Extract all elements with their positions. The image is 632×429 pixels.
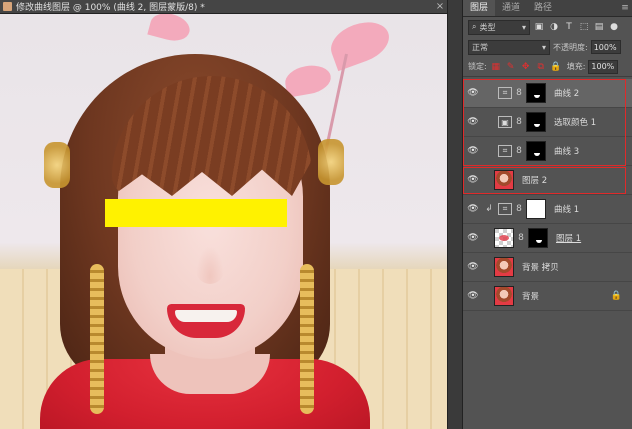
visibility-eye-icon[interactable]: 👁 [466, 146, 480, 156]
blend-mode-select[interactable]: 正常 ▾ [468, 39, 550, 55]
curves-adjustment-icon: ⌗ [498, 203, 512, 215]
panel-tab-bar: 图层 通道 路径 ≡ [463, 0, 632, 17]
layer-name[interactable]: 选取颜色 1 [554, 116, 596, 128]
eye-redaction-bar [105, 199, 287, 227]
link-chain-icon[interactable]: 8 [516, 233, 526, 243]
link-chain-icon[interactable]: 8 [514, 204, 524, 214]
lock-image-icon[interactable]: ✎ [505, 61, 517, 73]
layer-mask-thumbnail[interactable] [526, 83, 546, 103]
tab-layers[interactable]: 图层 [463, 0, 496, 16]
shape-filter-icon[interactable]: ⬚ [578, 21, 590, 33]
opacity-input[interactable]: 100% [590, 40, 621, 54]
link-chain-icon[interactable]: 8 [514, 146, 524, 156]
layer-mask-thumbnail[interactable] [526, 199, 546, 219]
panel-splitter[interactable] [447, 0, 462, 429]
layer-row[interactable]: 👁 ▣ 8 选取颜色 1 [463, 108, 632, 137]
layer-name[interactable]: 图层 1 [556, 232, 581, 244]
visibility-eye-icon[interactable]: 👁 [466, 117, 480, 127]
visibility-eye-icon[interactable]: 👁 [466, 262, 480, 272]
smart-object-filter-icon[interactable]: ▤ [593, 21, 605, 33]
teeth [175, 310, 237, 322]
lock-label: 锁定: [468, 62, 487, 71]
earring-right [300, 264, 314, 414]
layers-list: 👁 ⌗ 8 曲线 2 👁 ▣ 8 选取颜色 1 👁 ⌗ 8 曲线 3 👁 图层 … [463, 79, 632, 311]
layer-row[interactable]: 👁 背景 🔒 [463, 282, 632, 311]
layer-name[interactable]: 曲线 2 [554, 87, 579, 99]
image-canvas[interactable] [0, 14, 447, 429]
layer-name[interactable]: 背景 [522, 290, 539, 302]
layer-thumbnail[interactable] [494, 170, 514, 190]
layer-row[interactable]: 👁 ⌗ 8 曲线 3 [463, 137, 632, 166]
filter-row: ⌕ 类型 ▾ ▣ ◑ T ⬚ ▤ ● [463, 17, 632, 37]
lock-all-icon[interactable]: 🔒 [550, 61, 562, 73]
layer-kind-filter[interactable]: ⌕ 类型 ▾ [468, 19, 530, 35]
adjustment-filter-icon[interactable]: ◑ [548, 21, 560, 33]
tab-channels[interactable]: 通道 [495, 0, 527, 16]
hair-ornament [318, 139, 344, 185]
layer-mask-thumbnail[interactable] [528, 228, 548, 248]
fill-label: 填充: [566, 62, 586, 71]
chevron-down-icon: ▾ [541, 42, 546, 52]
type-filter-icon[interactable]: T [563, 21, 575, 33]
layer-name[interactable]: 曲线 3 [554, 145, 579, 157]
close-icon[interactable]: × [433, 1, 447, 12]
flower-decoration [325, 14, 395, 72]
filter-kind-label: 类型 [479, 22, 496, 32]
layer-thumbnail[interactable] [494, 228, 514, 248]
ps-document-icon [3, 2, 12, 11]
chevron-down-icon: ▾ [521, 22, 526, 32]
blend-row: 正常 ▾ 不透明度: 100% [463, 37, 632, 57]
blend-mode-value: 正常 [472, 42, 488, 52]
visibility-eye-icon[interactable]: 👁 [466, 204, 480, 214]
visibility-eye-icon[interactable]: 👁 [466, 88, 480, 98]
curves-adjustment-icon: ⌗ [498, 145, 512, 157]
layer-name[interactable]: 曲线 1 [554, 203, 579, 215]
visibility-eye-icon[interactable]: 👁 [466, 233, 480, 243]
layer-thumbnail[interactable] [494, 286, 514, 306]
document-tab[interactable]: 修改曲线图层 @ 100% (曲线 2, 图层蒙版/8) * × [0, 0, 447, 14]
layer-row[interactable]: 👁 图层 2 [463, 166, 632, 195]
visibility-eye-icon[interactable]: 👁 [466, 291, 480, 301]
hair-ornament [44, 142, 70, 188]
tab-paths[interactable]: 路径 [527, 0, 559, 16]
fill-input[interactable]: 100% [588, 59, 619, 74]
lock-artboard-icon[interactable]: ⧉ [535, 61, 547, 73]
layer-row[interactable]: 👁 8 图层 1 [463, 224, 632, 253]
flower-decoration [282, 62, 334, 98]
filter-toggle-icon[interactable]: ● [608, 21, 620, 33]
selective-color-adjustment-icon: ▣ [498, 116, 512, 128]
panel-menu-icon[interactable]: ≡ [618, 0, 632, 16]
lock-icon: 🔒 [610, 291, 622, 301]
search-icon: ⌕ [472, 22, 477, 31]
lock-transparent-icon[interactable]: ▦ [490, 61, 502, 73]
flower-decoration [147, 14, 193, 45]
layer-row[interactable]: 👁 ↲ ⌗ 8 曲线 1 [463, 195, 632, 224]
visibility-eye-icon[interactable]: 👁 [466, 175, 480, 185]
opacity-label: 不透明度: [553, 42, 588, 52]
layer-row[interactable]: 👁 背景 拷贝 [463, 253, 632, 282]
link-chain-icon[interactable]: 8 [514, 117, 524, 127]
lock-position-icon[interactable]: ✥ [520, 61, 532, 73]
nose [196, 246, 224, 284]
layer-thumbnail[interactable] [494, 257, 514, 277]
clipping-mask-icon: ↲ [485, 204, 493, 214]
document-title: 修改曲线图层 @ 100% (曲线 2, 图层蒙版/8) * [16, 3, 205, 13]
layer-row[interactable]: 👁 ⌗ 8 曲线 2 [463, 79, 632, 108]
lock-row: 锁定: ▦ ✎ ✥ ⧉ 🔒 填充: 100% [463, 57, 632, 77]
curves-adjustment-icon: ⌗ [498, 87, 512, 99]
layer-mask-thumbnail[interactable] [526, 141, 546, 161]
layer-name[interactable]: 图层 2 [522, 174, 547, 186]
layers-panel: 图层 通道 路径 ≡ ⌕ 类型 ▾ ▣ ◑ T ⬚ ▤ ● 正常 ▾ 不透明度:… [462, 0, 632, 429]
link-chain-icon[interactable]: 8 [514, 88, 524, 98]
earring-left [90, 264, 104, 414]
layer-mask-thumbnail[interactable] [526, 112, 546, 132]
layer-name[interactable]: 背景 拷贝 [522, 261, 559, 273]
pixel-filter-icon[interactable]: ▣ [533, 21, 545, 33]
